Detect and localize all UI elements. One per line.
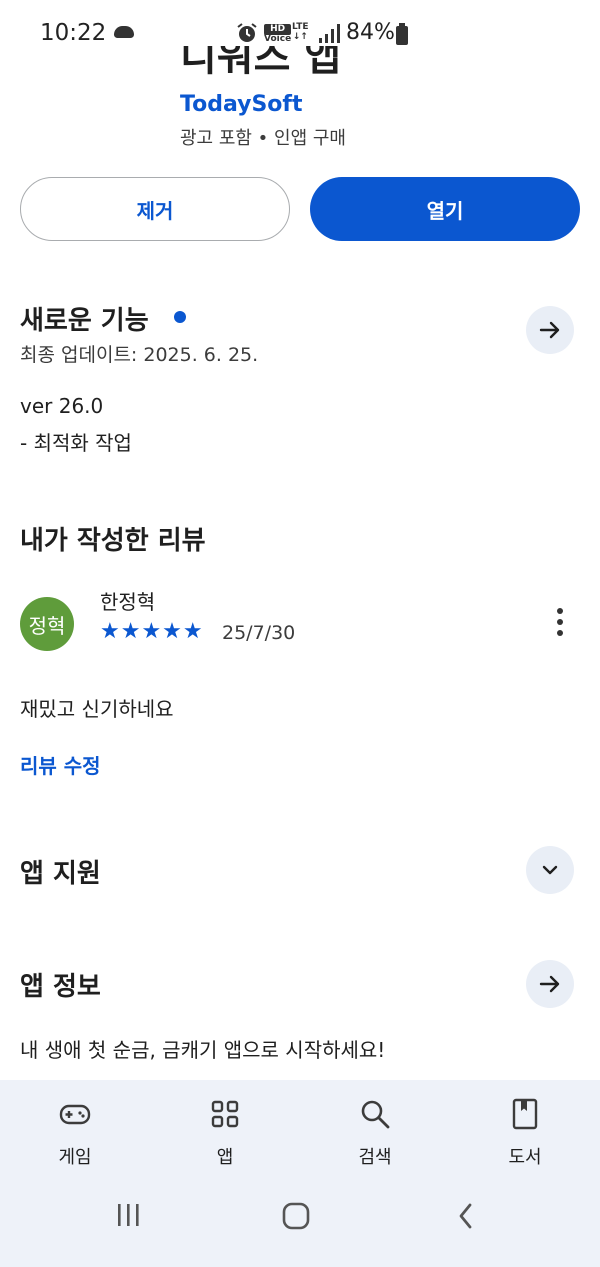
- nav-item-search[interactable]: 검색: [325, 1097, 425, 1169]
- chevron-down-icon: [542, 865, 558, 875]
- recent-apps-icon[interactable]: [112, 1196, 146, 1236]
- reviewer-name: 한정혁: [100, 590, 156, 614]
- app-info-title: 앱 정보: [20, 972, 101, 1002]
- hd-voice-indicator: HD Voice: [264, 24, 292, 44]
- review-date: 25/7/30: [222, 622, 296, 644]
- version-text: ver 26.0: [20, 394, 104, 418]
- last-updated: 최종 업데이트: 2025. 6. 25.: [20, 344, 259, 366]
- nav-item-apps[interactable]: 앱: [175, 1097, 275, 1169]
- whats-new-arrow-button[interactable]: [526, 306, 574, 354]
- status-time: 10:22: [40, 20, 107, 46]
- app-meta: 광고 포함 • 인앱 구매: [180, 128, 346, 149]
- alarm-icon: [237, 23, 257, 42]
- app-info-arrow-button[interactable]: [526, 960, 574, 1008]
- book-icon: [512, 1098, 538, 1130]
- back-icon[interactable]: [452, 1196, 482, 1236]
- more-options-icon[interactable]: [550, 608, 570, 642]
- arrow-right-icon: [539, 975, 560, 993]
- review-body: 재밌고 신기하네요: [20, 697, 174, 721]
- my-review-title: 내가 작성한 리뷰: [20, 526, 206, 556]
- remove-button[interactable]: 제거: [20, 177, 290, 241]
- nav-label-search: 검색: [358, 1147, 392, 1168]
- nav-item-games[interactable]: 게임: [25, 1097, 125, 1169]
- update-note: - 최적화 작업: [20, 431, 132, 455]
- search-icon: [361, 1100, 390, 1129]
- star-rating: ★★★★★: [100, 619, 204, 644]
- signal-icon: [319, 24, 340, 43]
- home-icon[interactable]: [280, 1196, 314, 1236]
- arrow-right-icon: [539, 321, 560, 339]
- nav-label-games: 게임: [58, 1147, 92, 1168]
- app-support-title: 앱 지원: [20, 859, 101, 889]
- avatar: 정혁: [20, 597, 74, 651]
- cloud-icon: [114, 26, 134, 38]
- gamepad-icon: [59, 1104, 91, 1125]
- open-button[interactable]: 열기: [310, 177, 580, 241]
- nav-item-books[interactable]: 도서: [475, 1097, 575, 1169]
- app-support-expand-button[interactable]: [526, 846, 574, 894]
- developer-link[interactable]: TodaySoft: [180, 92, 303, 117]
- app-info-description: 내 생애 첫 순금, 금캐기 앱으로 시작하세요!: [20, 1038, 386, 1062]
- whats-new-title: 새로운 기능: [20, 306, 149, 336]
- nav-label-apps: 앱: [216, 1147, 234, 1168]
- nav-label-books: 도서: [508, 1147, 542, 1168]
- battery-icon: [396, 23, 408, 45]
- new-indicator-dot: [174, 311, 186, 323]
- apps-grid-icon: [211, 1100, 239, 1128]
- lte-indicator: LTE ↓↑: [292, 22, 309, 42]
- battery-percent: 84%: [346, 20, 395, 45]
- edit-review-link[interactable]: 리뷰 수정: [20, 750, 101, 779]
